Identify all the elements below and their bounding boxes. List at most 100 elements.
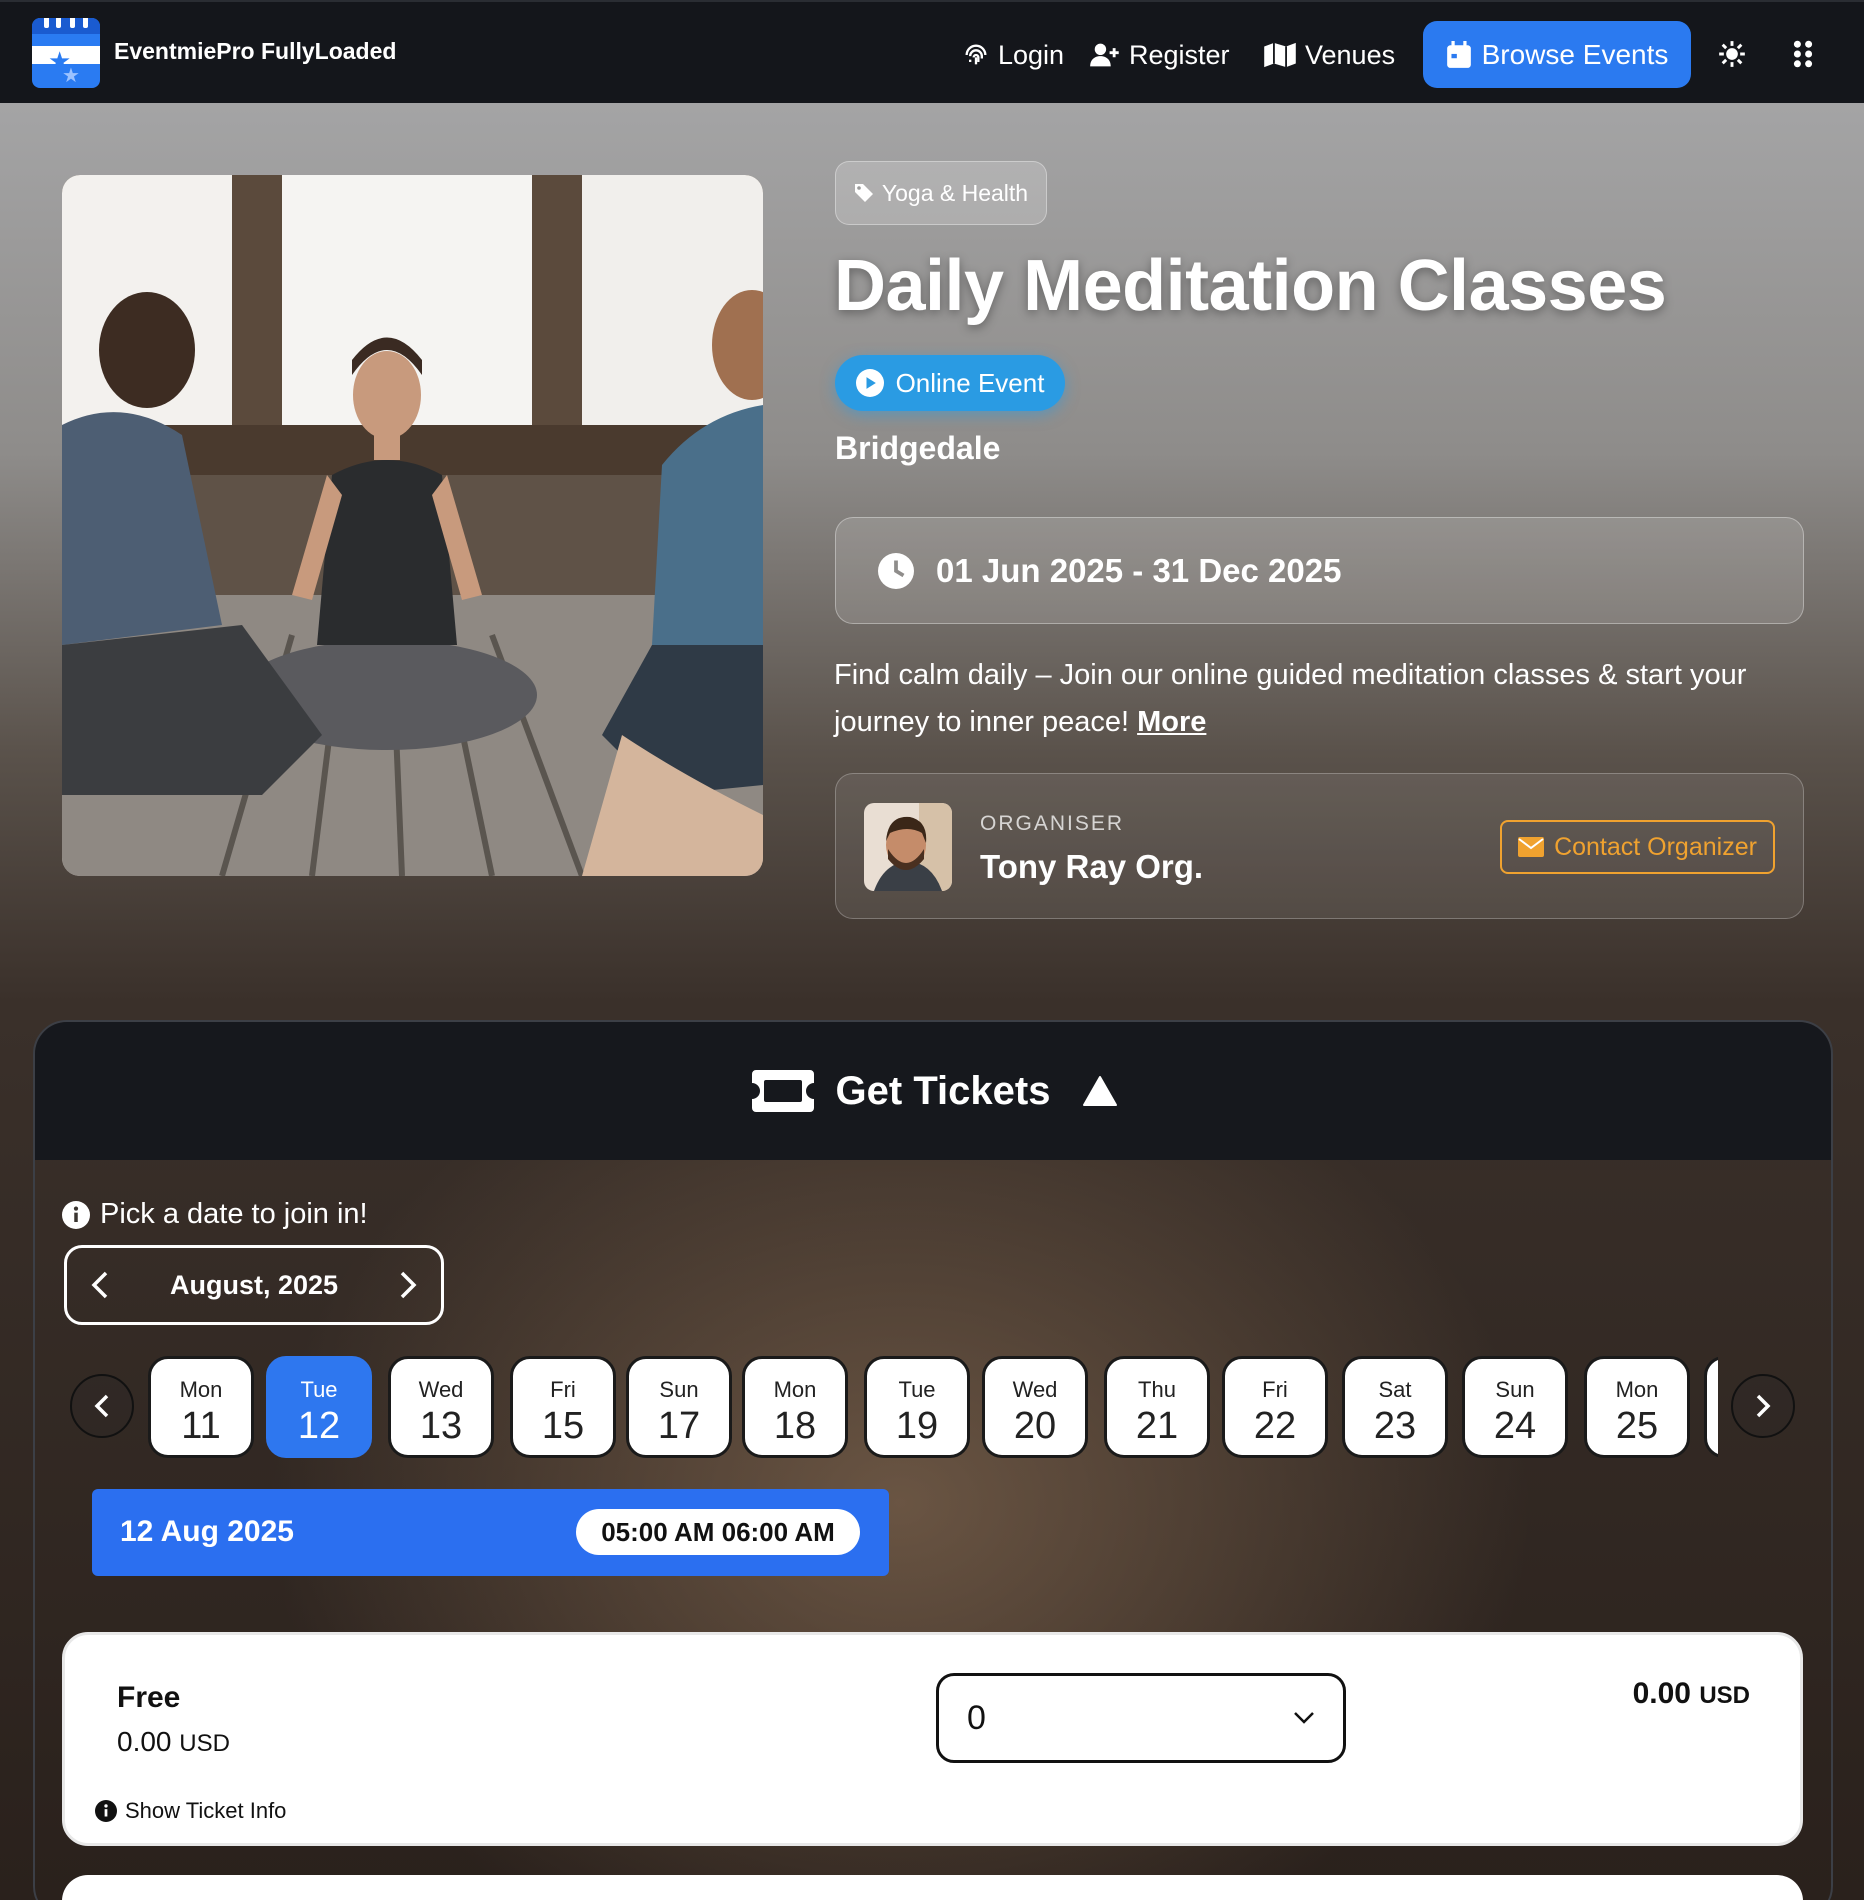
day-chip-date: 13 [419, 1405, 463, 1447]
event-title: Daily Meditation Classes [834, 246, 1667, 326]
contact-organizer-button[interactable]: Contact Organizer [1500, 820, 1775, 874]
event-description: Find calm daily – Join our online guided… [834, 652, 1814, 746]
pick-date-prompt: Pick a date to join in! [62, 1198, 368, 1231]
contact-organizer-label: Contact Organizer [1554, 832, 1757, 861]
event-cover-image [62, 175, 763, 876]
brand-name[interactable]: EventmiePro FullyLoaded [114, 38, 396, 65]
day-chip-weekday: Wed [418, 1377, 464, 1402]
day-chip-date: 19 [895, 1405, 939, 1447]
envelope-icon [1518, 837, 1545, 857]
login-label: Login [998, 39, 1065, 70]
quantity-select[interactable]: 0 [936, 1673, 1346, 1763]
clock-icon [878, 552, 914, 589]
day-chip[interactable]: Tue 19 [864, 1356, 970, 1458]
ticket-price-currency: USD [179, 1730, 230, 1757]
top-navbar: ★ ★ EventmiePro FullyLoaded Login Regist… [0, 0, 1864, 103]
show-ticket-info-text: Show Ticket Info [125, 1798, 287, 1823]
day-chip[interactable]: Fri 22 [1222, 1356, 1328, 1458]
apps-grid-icon[interactable] [1787, 38, 1819, 70]
day-chip[interactable]: Mon 25 [1584, 1356, 1690, 1458]
days-prev-button[interactable] [70, 1374, 134, 1438]
login-link[interactable]: Login [962, 36, 1064, 74]
session-slot[interactable]: 12 Aug 2025 05:00 AM 06:00 AM [92, 1489, 889, 1576]
category-tag[interactable]: Yoga & Health [835, 161, 1047, 225]
day-chip-weekday: Thu [1138, 1377, 1176, 1402]
category-label: Yoga & Health [881, 179, 1029, 206]
ticket-price-amount: 0.00 [117, 1726, 172, 1757]
get-tickets-heading: Get Tickets [835, 1068, 1051, 1113]
day-chip[interactable]: Mon 18 [742, 1356, 848, 1458]
tag-icon [854, 184, 873, 202]
theme-toggle-sun-icon[interactable] [1716, 38, 1748, 70]
day-chip-weekday: Fri [1262, 1377, 1288, 1402]
day-chip-date: 11 [181, 1405, 221, 1447]
register-link[interactable]: Register [1089, 36, 1230, 74]
ticket-total-amount: 0.00 [1632, 1677, 1691, 1710]
day-chip[interactable]: Sun 17 [626, 1356, 732, 1458]
organiser-avatar[interactable] [864, 803, 952, 891]
chevron-right-icon [1756, 1394, 1771, 1418]
calendar-icon [1446, 40, 1471, 68]
chevron-down-icon [1294, 1712, 1314, 1724]
collapse-triangle-icon [1083, 1076, 1118, 1106]
browse-events-label: Browse Events [1481, 38, 1669, 70]
day-chip-weekday: Tue [300, 1377, 338, 1402]
day-chip-date: 18 [773, 1405, 817, 1447]
day-chip-date: 21 [1135, 1405, 1179, 1447]
day-chip-partial[interactable] [1704, 1356, 1718, 1458]
tickets-header[interactable]: Get Tickets [35, 1022, 1831, 1160]
info-circle-icon [62, 1200, 90, 1229]
day-chip-weekday: Mon [179, 1377, 223, 1402]
days-next-button[interactable] [1731, 1374, 1795, 1438]
day-selector: Mon 11 Tue 12 Wed 13 Fri 15 Sun 17 Mon 18 Tue 19 Wed 20… [148, 1356, 1718, 1458]
day-chip-date: 24 [1493, 1405, 1537, 1447]
show-ticket-info-link[interactable]: Show Ticket Info [95, 1798, 286, 1824]
day-chip[interactable]: Mon 11 [148, 1356, 254, 1458]
chevron-left-icon [94, 1394, 109, 1418]
day-chip[interactable]: Wed 20 [982, 1356, 1088, 1458]
ticket-name: Free [117, 1681, 181, 1714]
session-time-badge: 05:00 AM 06:00 AM [576, 1509, 860, 1555]
day-chip-weekday: Mon [773, 1377, 817, 1402]
day-chip-weekday: Mon [1615, 1377, 1659, 1402]
day-chip-weekday: Sun [1495, 1377, 1535, 1402]
venues-label: Venues [1305, 39, 1396, 70]
info-circle-icon [95, 1800, 117, 1822]
day-chip[interactable]: Fri 15 [510, 1356, 616, 1458]
event-date-range: 01 Jun 2025 - 31 Dec 2025 [835, 517, 1804, 624]
organiser-label: ORGANISER [980, 812, 1125, 835]
day-chip-date: 17 [657, 1405, 701, 1447]
quantity-value: 0 [967, 1698, 986, 1737]
more-link[interactable]: More [1137, 706, 1206, 738]
fingerprint-icon [965, 44, 987, 65]
organiser-card: ORGANISER Tony Ray Org. Contact Organize… [835, 773, 1804, 919]
event-location: Bridgedale [835, 430, 1001, 466]
day-chip-date: 15 [541, 1405, 585, 1447]
day-chip[interactable]: Sun 24 [1462, 1356, 1568, 1458]
chevron-left-icon[interactable] [91, 1271, 109, 1299]
online-event-label: Online Event [895, 367, 1045, 398]
brand-logo-icon[interactable]: ★ ★ [32, 18, 100, 88]
venues-link[interactable]: Venues [1263, 36, 1395, 74]
ticket-row: Free 0.00 USD 0 0.00 USD Show Ticket Inf… [62, 1632, 1803, 1846]
organiser-name[interactable]: Tony Ray Org. [980, 848, 1203, 886]
day-chip[interactable]: Thu 21 [1104, 1356, 1210, 1458]
chevron-right-icon[interactable] [399, 1271, 417, 1299]
browse-events-button[interactable]: Browse Events [1423, 21, 1691, 88]
date-range-text: 01 Jun 2025 - 31 Dec 2025 [936, 551, 1342, 589]
session-date: 12 Aug 2025 [120, 1515, 294, 1548]
day-chip[interactable]: Sat 23 [1342, 1356, 1448, 1458]
day-chip-weekday: Tue [898, 1377, 936, 1402]
user-plus-icon [1090, 43, 1119, 67]
map-icon [1264, 42, 1296, 68]
ticket-icon [751, 1070, 814, 1112]
day-chip-date: 25 [1615, 1405, 1659, 1447]
day-chip[interactable]: Wed 13 [388, 1356, 494, 1458]
online-event-badge: Online Event [835, 355, 1065, 411]
description-text: Find calm daily – Join our online guided… [834, 659, 1747, 738]
day-chip[interactable]: Tue 12 [266, 1356, 372, 1458]
current-month: August, 2025 [169, 1269, 339, 1300]
day-chip-weekday: Fri [550, 1377, 576, 1402]
ticket-total-currency: USD [1699, 1682, 1750, 1709]
day-chip-date: 22 [1253, 1405, 1297, 1447]
